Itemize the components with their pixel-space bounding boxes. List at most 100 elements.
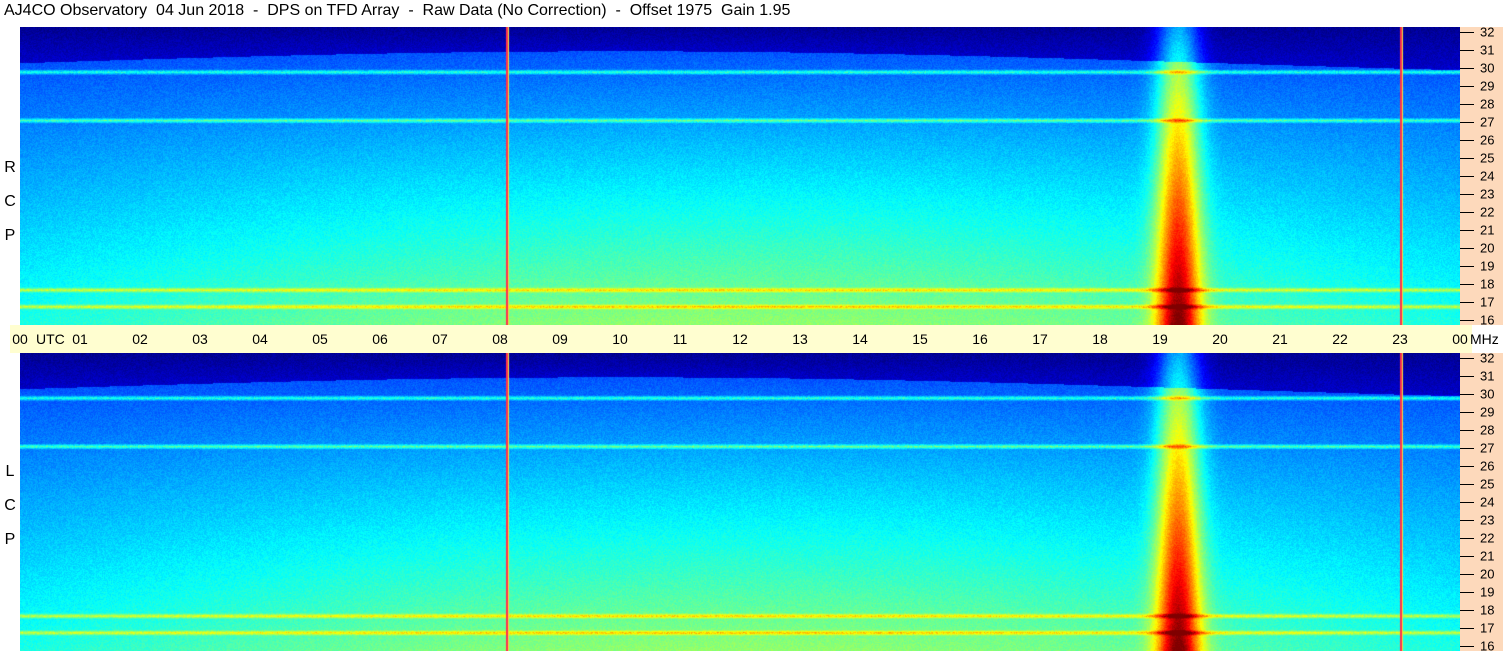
time-axis: 00 01 02 03 04 05 06 07 08 09 10 11 12 13 14 15 16 17 18 19… [10, 325, 1472, 353]
freq-tick-label: 31 [1480, 42, 1495, 58]
time-tick-label: 08 [492, 331, 508, 347]
chart-title: AJ4CO Observatory 04 Jun 2018 - DPS on T… [4, 2, 791, 19]
freq-tick-label: 18 [1480, 276, 1495, 292]
freq-tickmark [1460, 86, 1474, 87]
freq-tickmark [1460, 538, 1474, 539]
freq-tickmark [1460, 628, 1474, 629]
freq-tick-label: 23 [1480, 512, 1495, 528]
freq-tick-label: 28 [1480, 422, 1495, 438]
freq-tick-label: 19 [1480, 584, 1495, 600]
freq-tick-label: 31 [1480, 368, 1495, 384]
freq-tick-label: 24 [1480, 168, 1495, 184]
freq-tickmark [1460, 104, 1474, 105]
time-tick-label: 15 [912, 331, 928, 347]
freq-tickmark [1460, 320, 1474, 321]
freq-tickmark [1460, 284, 1474, 285]
freq-tick-label: 27 [1480, 114, 1495, 130]
freq-tick-label: 16 [1480, 638, 1495, 654]
freq-tickmark [1460, 248, 1474, 249]
time-tick-label: 04 [252, 331, 268, 347]
time-tick-label: 05 [312, 331, 328, 347]
time-tick-label: 18 [1092, 331, 1108, 347]
lcp-frequency-axis: 16 17 18 19 20 21 22 23 24 25 26 27 28 29 30 31 32 [1460, 350, 1503, 654]
freq-tickmark [1460, 376, 1474, 377]
time-tick-label: 03 [192, 331, 208, 347]
rcp-label-r: R [4, 159, 16, 176]
lcp-spectrogram [20, 353, 1460, 651]
freq-tick-label: 17 [1480, 620, 1495, 636]
rcp-spectrogram [20, 27, 1460, 325]
freq-tickmark [1460, 230, 1474, 231]
time-tick-label: 10 [612, 331, 628, 347]
freq-tick-label: 19 [1480, 258, 1495, 274]
rcp-frequency-axis: 16 17 18 19 20 21 22 23 24 25 26 27 28 29 30 31 32 [1460, 24, 1503, 328]
time-tick-label: 11 [672, 331, 688, 347]
freq-tick-label: 17 [1480, 294, 1495, 310]
lcp-label: L C P [0, 353, 20, 651]
time-tick-label: 21 [1272, 331, 1288, 347]
freq-tick-label: 30 [1480, 60, 1495, 76]
freq-tick-label: 16 [1480, 312, 1495, 328]
freq-tickmark [1460, 502, 1474, 503]
freq-tick-label: 26 [1480, 458, 1495, 474]
freq-tick-label: 26 [1480, 132, 1495, 148]
freq-tickmark [1460, 158, 1474, 159]
freq-tick-label: 22 [1480, 204, 1495, 220]
freq-tick-label: 22 [1480, 530, 1495, 546]
freq-tick-label: 21 [1480, 548, 1495, 564]
freq-tick-label: 25 [1480, 150, 1495, 166]
freq-tickmark [1460, 574, 1474, 575]
freq-tickmark [1460, 610, 1474, 611]
freq-tickmark [1460, 302, 1474, 303]
freq-tick-label: 25 [1480, 476, 1495, 492]
time-tick-label: 17 [1032, 331, 1048, 347]
time-tick-label: 07 [432, 331, 448, 347]
time-tick-label: 01 [72, 331, 88, 347]
freq-tick-label: 18 [1480, 602, 1495, 618]
freq-tick-label: 27 [1480, 440, 1495, 456]
time-tick-label: 14 [852, 331, 868, 347]
freq-tickmark [1460, 412, 1474, 413]
freq-tickmark [1460, 122, 1474, 123]
freq-tickmark [1460, 358, 1474, 359]
freq-tick-label: 29 [1480, 404, 1495, 420]
time-tick-label: 19 [1152, 331, 1168, 347]
freq-tickmark [1460, 194, 1474, 195]
freq-tickmark [1460, 448, 1474, 449]
freq-tickmark [1460, 646, 1474, 647]
rcp-label-c: C [4, 193, 16, 210]
lcp-label-c: C [4, 497, 16, 514]
freq-tickmark [1460, 430, 1474, 431]
freq-tickmark [1460, 394, 1474, 395]
time-tick-label: 00 [12, 331, 28, 347]
time-tick-label: 00 [1452, 331, 1468, 347]
freq-tick-label: 29 [1480, 78, 1495, 94]
time-tick-label: 09 [552, 331, 568, 347]
lcp-label-p: P [4, 531, 16, 548]
freq-tickmark [1460, 176, 1474, 177]
freq-tickmark [1460, 50, 1474, 51]
mhz-unit-label: MHz [1470, 331, 1499, 347]
freq-tickmark [1460, 466, 1474, 467]
freq-tickmark [1460, 212, 1474, 213]
freq-tick-label: 28 [1480, 96, 1495, 112]
time-tick-label: 02 [132, 331, 148, 347]
time-tick-label: 06 [372, 331, 388, 347]
freq-tickmark [1460, 32, 1474, 33]
lcp-label-l: L [5, 463, 15, 480]
time-tick-label: 23 [1392, 331, 1408, 347]
freq-tick-label: 20 [1480, 240, 1495, 256]
freq-tickmark [1460, 556, 1474, 557]
utc-unit-label: UTC [36, 331, 65, 347]
freq-tick-label: 21 [1480, 222, 1495, 238]
freq-tickmark [1460, 592, 1474, 593]
freq-tickmark [1460, 68, 1474, 69]
time-tick-label: 16 [972, 331, 988, 347]
freq-tick-label: 30 [1480, 386, 1495, 402]
freq-tick-label: 32 [1480, 350, 1495, 366]
time-tick-label: 12 [732, 331, 748, 347]
freq-tick-label: 32 [1480, 24, 1495, 40]
rcp-label-p: P [4, 227, 16, 244]
freq-tickmark [1460, 266, 1474, 267]
freq-tick-label: 20 [1480, 566, 1495, 582]
